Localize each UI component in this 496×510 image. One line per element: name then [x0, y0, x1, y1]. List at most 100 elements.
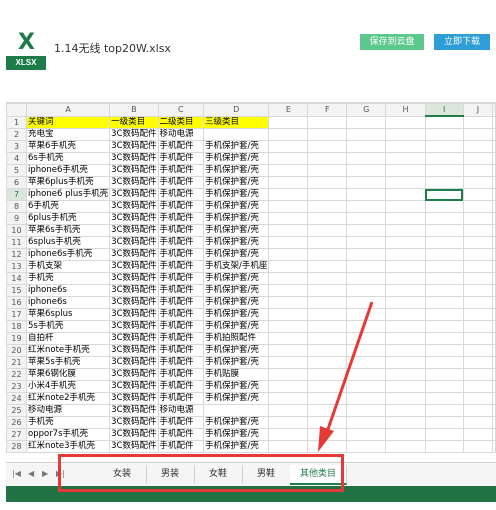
row-header[interactable]: 19: [6, 332, 27, 345]
cell[interactable]: 手机配件: [157, 260, 204, 273]
cell[interactable]: [307, 356, 348, 369]
cell[interactable]: 移动电源: [157, 404, 204, 417]
column-header-b[interactable]: B: [109, 103, 159, 117]
cell[interactable]: 3C数码配件: [109, 284, 159, 297]
row-header[interactable]: 4: [6, 152, 27, 165]
cell[interactable]: [424, 320, 464, 333]
row-header[interactable]: 26: [6, 416, 27, 429]
cell[interactable]: [385, 212, 426, 225]
cell[interactable]: [462, 140, 494, 153]
cell[interactable]: 手机配件: [157, 284, 204, 297]
first-sheet-arrow-icon[interactable]: |◀: [12, 469, 21, 478]
cell[interactable]: [385, 248, 426, 261]
column-header-c[interactable]: C: [157, 103, 204, 117]
cell[interactable]: [385, 296, 426, 309]
cell[interactable]: [424, 224, 464, 237]
cell[interactable]: [385, 380, 426, 393]
cell[interactable]: [492, 128, 496, 141]
cell[interactable]: 3C数码配件: [109, 344, 159, 357]
column-header-f[interactable]: F: [307, 103, 348, 117]
row-header[interactable]: 18: [6, 320, 27, 333]
cell[interactable]: [307, 115, 348, 129]
cell[interactable]: [346, 356, 387, 369]
cell[interactable]: [492, 188, 496, 201]
cell[interactable]: [307, 152, 348, 165]
cell[interactable]: [268, 152, 309, 165]
cell[interactable]: [424, 284, 464, 297]
cell[interactable]: 3C数码配件: [109, 404, 159, 417]
cell[interactable]: 手机配件: [157, 200, 204, 213]
cell[interactable]: [268, 416, 309, 429]
cell[interactable]: [424, 212, 464, 225]
cell[interactable]: [268, 380, 309, 393]
cell[interactable]: 手机保护套/壳: [202, 380, 270, 393]
cell[interactable]: [424, 115, 464, 129]
cell[interactable]: [268, 332, 309, 345]
cell[interactable]: [462, 188, 494, 201]
cell[interactable]: [307, 308, 348, 321]
cell[interactable]: 手机配件: [157, 344, 204, 357]
cell[interactable]: 手机配件: [157, 356, 204, 369]
cell[interactable]: 手机保护套/壳: [202, 200, 270, 213]
cell[interactable]: iphone6 plus手机壳: [25, 188, 111, 201]
cell[interactable]: 手机配件: [157, 416, 204, 429]
cell[interactable]: 手机保护套/壳: [202, 176, 270, 189]
cell[interactable]: [346, 344, 387, 357]
cell[interactable]: [268, 368, 309, 381]
cell[interactable]: [268, 128, 309, 141]
cell[interactable]: 手机配件: [157, 176, 204, 189]
cell[interactable]: [462, 380, 494, 393]
row-header[interactable]: 23: [6, 380, 27, 393]
cell[interactable]: [462, 212, 494, 225]
cell[interactable]: 手机保护套/壳: [202, 296, 270, 309]
cell[interactable]: 3C数码配件: [109, 164, 159, 177]
cell[interactable]: [385, 392, 426, 405]
cell[interactable]: [424, 128, 464, 141]
cell[interactable]: [385, 416, 426, 429]
cell[interactable]: 手机保护套/壳: [202, 152, 270, 165]
cell[interactable]: 3C数码配件: [109, 392, 159, 405]
column-header-e[interactable]: E: [268, 103, 309, 117]
cell[interactable]: 手机配件: [157, 236, 204, 249]
row-header[interactable]: 13: [6, 260, 27, 273]
corner-cell[interactable]: [6, 103, 27, 117]
row-header[interactable]: 14: [6, 272, 27, 285]
row-header[interactable]: 28: [6, 440, 27, 453]
cell[interactable]: 苹果6s手机壳: [25, 224, 111, 237]
cell[interactable]: 手机保护套/壳: [202, 308, 270, 321]
cell[interactable]: 手机保护套/壳: [202, 140, 270, 153]
cell[interactable]: 小米4手机壳: [25, 380, 111, 393]
cell[interactable]: [462, 115, 494, 129]
cell[interactable]: [492, 284, 496, 297]
cell[interactable]: 3C数码配件: [109, 356, 159, 369]
cell[interactable]: [462, 368, 494, 381]
row-header[interactable]: 6: [6, 176, 27, 189]
cell[interactable]: 手机配件: [157, 212, 204, 225]
cell[interactable]: [492, 164, 496, 177]
cell[interactable]: [268, 428, 309, 441]
cell[interactable]: [268, 212, 309, 225]
cell[interactable]: [202, 128, 270, 141]
download-button[interactable]: 立即下载: [434, 34, 490, 50]
cell[interactable]: 红米note2手机壳: [25, 392, 111, 405]
cell[interactable]: [492, 416, 496, 429]
cell[interactable]: [346, 236, 387, 249]
row-header[interactable]: 5: [6, 164, 27, 177]
cell[interactable]: [424, 272, 464, 285]
cell[interactable]: 3C数码配件: [109, 320, 159, 333]
cell[interactable]: [307, 188, 348, 201]
cell[interactable]: [385, 164, 426, 177]
cell[interactable]: [307, 344, 348, 357]
cell[interactable]: [424, 188, 464, 201]
cell[interactable]: [346, 296, 387, 309]
cell[interactable]: 充电宝: [25, 128, 111, 141]
cell[interactable]: [492, 248, 496, 261]
cell[interactable]: [424, 140, 464, 153]
cell[interactable]: [307, 416, 348, 429]
cell[interactable]: 3C数码配件: [109, 380, 159, 393]
cell[interactable]: [492, 392, 496, 405]
cell[interactable]: [462, 224, 494, 237]
cell[interactable]: 3C数码配件: [109, 368, 159, 381]
cell[interactable]: [307, 368, 348, 381]
row-header[interactable]: 12: [6, 248, 27, 261]
